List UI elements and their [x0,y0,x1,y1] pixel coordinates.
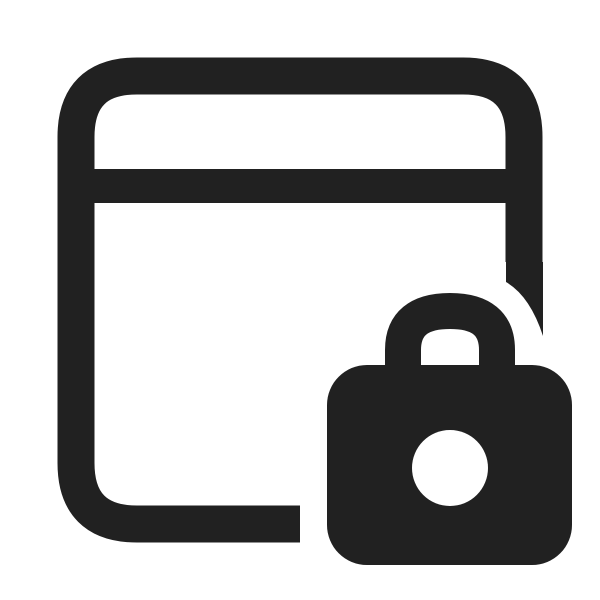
padlock-keyhole [412,430,488,506]
icon-canvas [0,0,600,600]
padlock-shackle [385,292,515,372]
window-lock-icon [57,57,572,565]
window-frame-corner-fill [506,262,543,336]
